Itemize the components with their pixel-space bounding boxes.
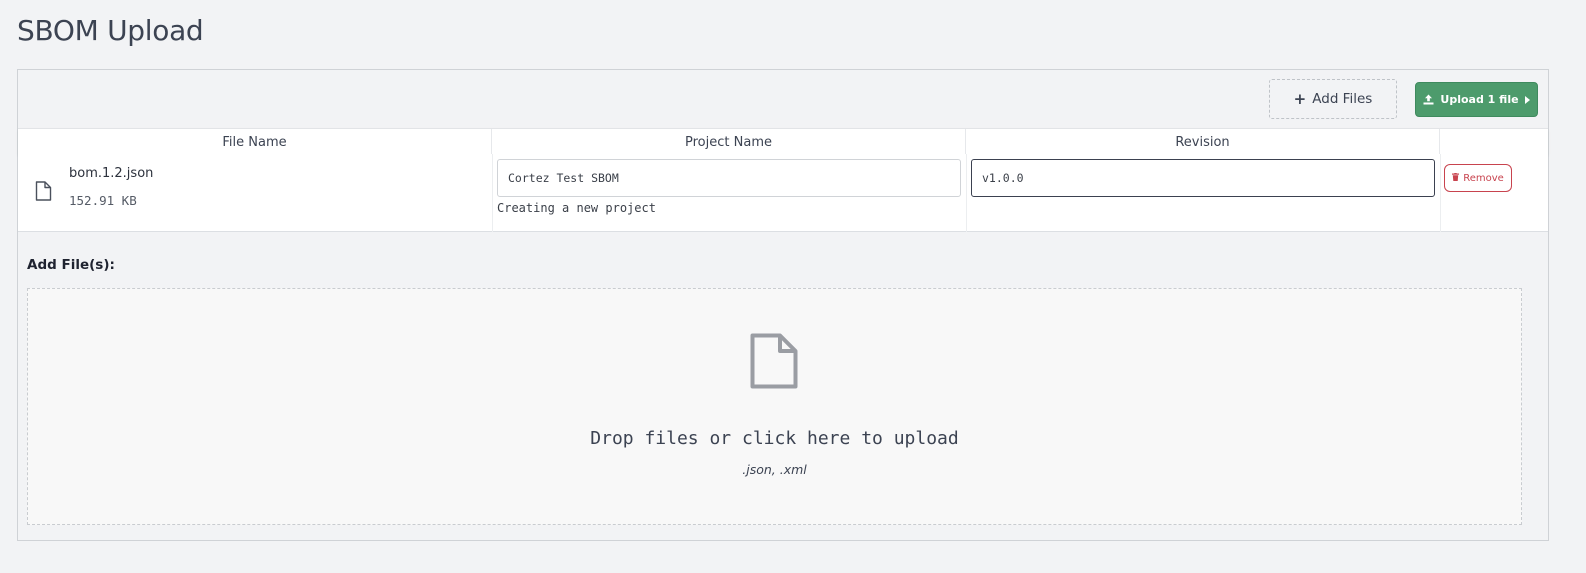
file-icon (35, 181, 52, 206)
file-size: 152.91 KB (69, 193, 137, 208)
trash-icon (1452, 172, 1460, 184)
upload-panel: + Add Files Upload 1 file File Name Proj… (17, 69, 1549, 541)
file-icon (750, 333, 798, 394)
column-header-project-name: Project Name (492, 129, 966, 155)
file-dropzone[interactable]: Drop files or click here to upload .json… (27, 288, 1522, 525)
upload-icon (1423, 94, 1434, 105)
project-status-note: Creating a new project (497, 201, 656, 215)
column-header-file-name: File Name (18, 129, 492, 155)
dropzone-text: Drop files or click here to upload (590, 428, 959, 449)
column-header-revision: Revision (966, 129, 1440, 155)
plus-icon: + (1293, 90, 1307, 108)
accepted-file-types: .json, .xml (742, 462, 807, 477)
upload-button[interactable]: Upload 1 file (1415, 82, 1538, 117)
add-files-heading: Add File(s): (27, 257, 115, 273)
column-divider (966, 154, 967, 232)
add-files-button[interactable]: + Add Files (1269, 79, 1397, 119)
table-header: File Name Project Name Revision (18, 128, 1548, 155)
caret-right-icon (1524, 95, 1530, 104)
remove-label: Remove (1463, 172, 1504, 184)
column-divider (1440, 154, 1441, 232)
project-name-input[interactable] (497, 159, 961, 197)
upload-label: Upload 1 file (1440, 93, 1519, 106)
table-row: bom.1.2.json 152.91 KB Creating a new pr… (18, 154, 1548, 232)
page-title: SBOM Upload (17, 14, 204, 47)
file-name: bom.1.2.json (69, 166, 154, 181)
toolbar: + Add Files Upload 1 file (18, 70, 1548, 128)
add-files-label: Add Files (1312, 91, 1373, 107)
column-divider (492, 154, 493, 232)
remove-button[interactable]: Remove (1444, 164, 1512, 192)
revision-input[interactable] (971, 159, 1435, 197)
